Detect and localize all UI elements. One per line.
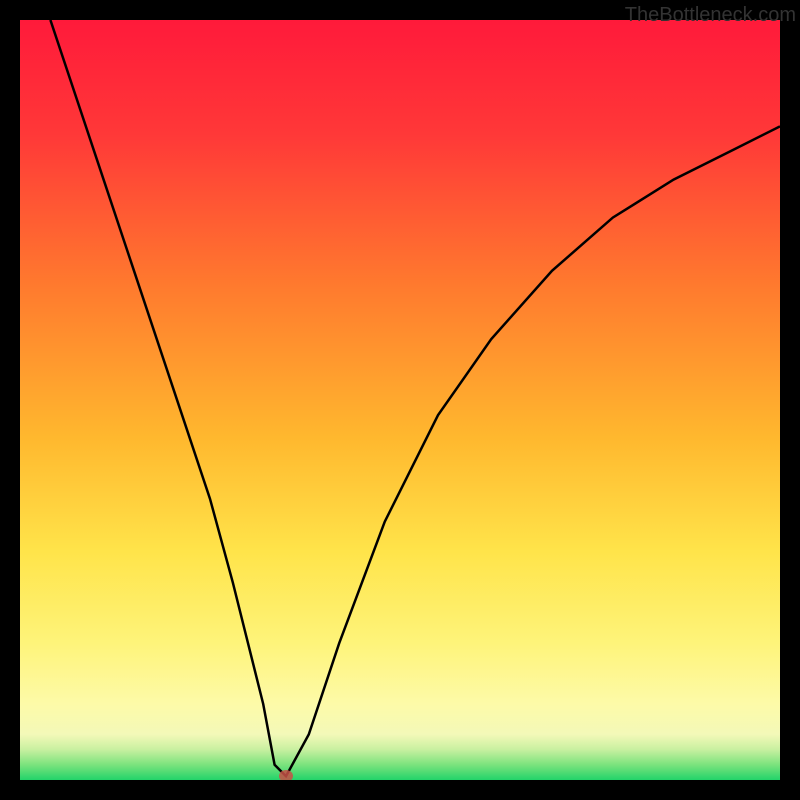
curve-plot [20,20,780,780]
watermark-text: TheBottleneck.com [625,4,796,27]
chart-container [20,20,780,780]
minimum-marker [279,770,293,780]
